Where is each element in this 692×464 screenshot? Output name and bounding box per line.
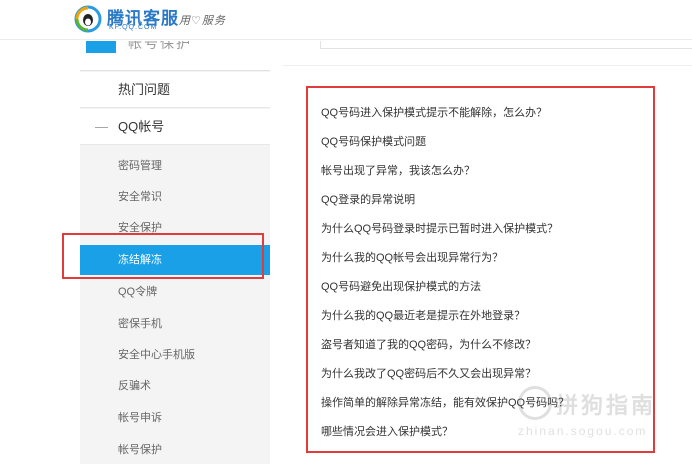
- faq-link[interactable]: 为什么QQ号码登录时提示已暂时进入保护模式？: [321, 220, 558, 236]
- nav-qq-account[interactable]: — QQ帐号: [80, 109, 270, 145]
- watermark: 拼狗指南 zhinan.sogou.com: [518, 380, 688, 440]
- sidebar-item-qq-token[interactable]: QQ令牌: [80, 278, 270, 306]
- logo-subtitle: KF.QQ.COM: [109, 24, 158, 31]
- sidebar-item-security-phone[interactable]: 密保手机: [80, 310, 270, 338]
- highlight-box-sidebar: [62, 233, 264, 279]
- sidebar-item-security-tips[interactable]: 安全常识: [80, 183, 270, 211]
- content-divider: [283, 65, 692, 66]
- faq-link[interactable]: 为什么我的QQ帐号会出现异常行为？: [321, 249, 503, 265]
- faq-link[interactable]: 帐号出现了异常，我该怎么办？: [321, 162, 475, 178]
- watermark-url: zhinan.sogou.com: [518, 424, 648, 438]
- faq-link[interactable]: QQ号码保护模式问题: [321, 133, 426, 149]
- faq-link[interactable]: 为什么我改了QQ密码后不久又会出现异常？: [321, 365, 536, 381]
- sidebar-item-account-appeal[interactable]: 帐号申诉: [80, 404, 270, 432]
- sidebar-header: 帐号保护: [80, 41, 270, 71]
- watermark-title: 拼狗指南: [556, 393, 657, 418]
- qq-penguin-logo-icon[interactable]: [74, 5, 102, 33]
- collapse-icon[interactable]: —: [95, 109, 108, 145]
- faq-link[interactable]: QQ号码进入保护模式提示不能解除，怎么办？: [321, 104, 547, 120]
- sidebar-item-password[interactable]: 密码管理: [80, 152, 270, 180]
- faq-link[interactable]: 盗号者知道了我的QQ密码，为什么不修改？: [321, 336, 536, 352]
- sidebar-item-anti-fraud[interactable]: 反骗术: [80, 372, 270, 400]
- sidebar-item-account-protection[interactable]: 帐号保护: [80, 436, 270, 464]
- sidebar-item-security-center-mobile[interactable]: 安全中心手机版: [80, 341, 270, 369]
- search-box-edge[interactable]: [320, 41, 692, 49]
- faq-link[interactable]: QQ号码避免出现保护模式的方法: [321, 278, 481, 294]
- top-header: 腾讯客服 KF.QQ.COM 用♡服务: [0, 0, 692, 40]
- nav-hot-questions[interactable]: 热门问题: [80, 72, 270, 108]
- category-icon: [86, 41, 116, 53]
- faq-link[interactable]: QQ登录的异常说明: [321, 191, 415, 207]
- faq-link[interactable]: 为什么我的QQ最近老是提示在外地登录？: [321, 307, 525, 323]
- slogan: 用♡服务: [179, 15, 226, 27]
- nav-qq-account-label: QQ帐号: [118, 119, 165, 134]
- faq-link[interactable]: 哪些情况会进入保护模式？: [321, 423, 453, 439]
- sidebar-header-title: 帐号保护: [128, 41, 192, 51]
- watermark-logo-icon: [518, 386, 552, 420]
